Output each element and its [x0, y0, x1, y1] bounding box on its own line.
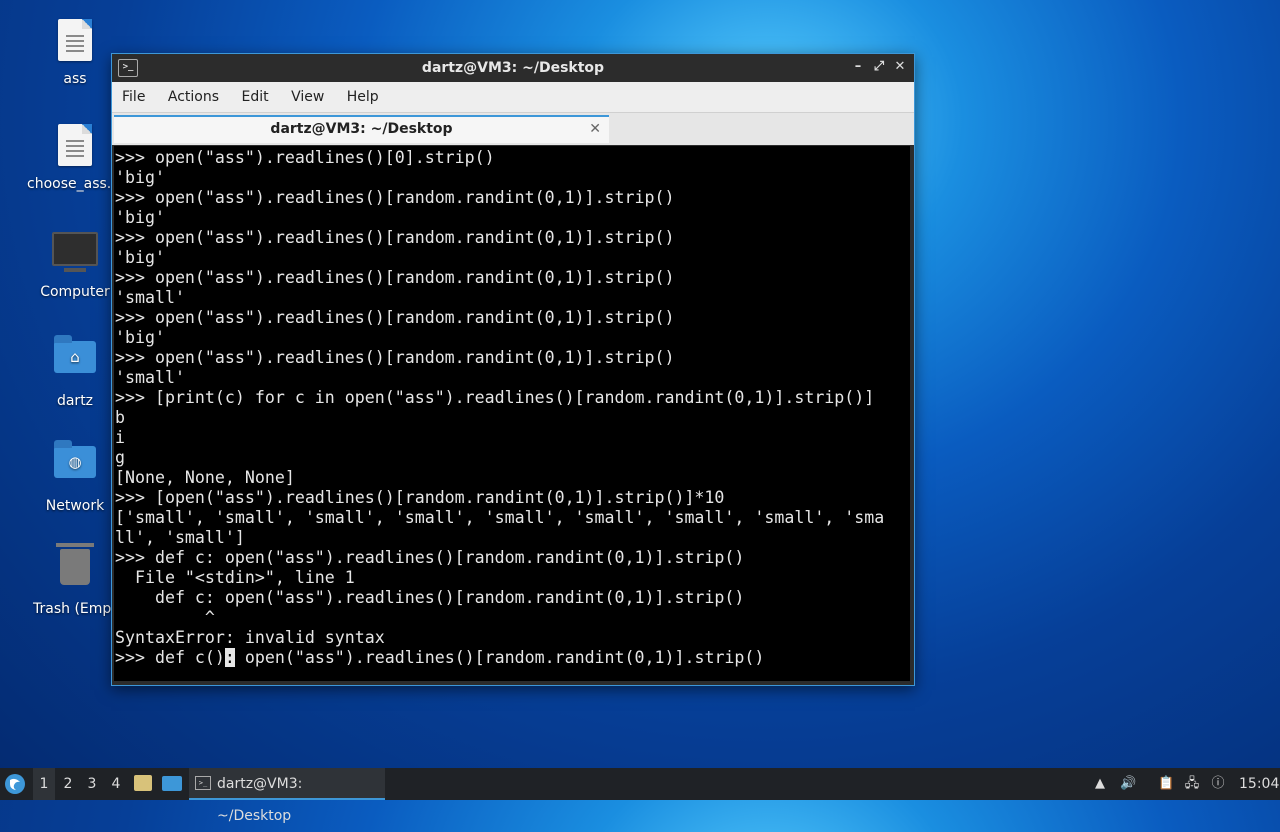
window-titlebar[interactable]: >_ dartz@VM3: ~/Desktop – ⤢ ✕	[112, 54, 914, 82]
terminal-line: >>> open("ass").readlines()[0].strip()	[115, 148, 495, 167]
menu-help[interactable]: Help	[337, 82, 387, 105]
workspace-3[interactable]: 3	[81, 768, 103, 800]
terminal-window: >_ dartz@VM3: ~/Desktop – ⤢ ✕ File Actio…	[111, 53, 915, 686]
terminal-line: [None, None, None]	[115, 468, 295, 487]
terminal-current-input: >>> def c()	[115, 648, 225, 667]
home-folder-icon: ⌂	[51, 335, 99, 389]
terminal-line: ^	[115, 608, 215, 627]
menu-view[interactable]: View	[281, 82, 332, 105]
app-menu-icon	[5, 774, 25, 794]
terminal-line: File "<stdin>", line 1	[115, 568, 355, 587]
show-desktop-icon[interactable]	[162, 768, 184, 800]
desktop-icon-label: choose_ass.py	[27, 176, 123, 192]
terminal-line: 'big'	[115, 328, 165, 347]
terminal-line: >>> [open("ass").readlines()[random.rand…	[115, 488, 725, 507]
menu-file[interactable]: File	[112, 82, 153, 105]
network-tray-icon[interactable]: 🖧	[1184, 776, 1200, 792]
terminal-current-input-suffix: open("ass").readlines()[random.randint(0…	[234, 648, 765, 667]
terminal-line: 'small'	[115, 288, 185, 307]
terminal-line: >>> open("ass").readlines()[random.randi…	[115, 228, 675, 247]
tab-close-icon[interactable]: ✕	[589, 117, 601, 141]
window-title: dartz@VM3: ~/Desktop	[421, 60, 605, 76]
maximize-button[interactable]: ⤢	[871, 59, 887, 75]
text-file-icon	[51, 124, 99, 172]
menu-actions[interactable]: Actions	[158, 82, 227, 105]
desktop-icon-label: Trash (Empty)	[33, 601, 117, 617]
terminal-line: 'small'	[115, 368, 185, 387]
clipboard-icon[interactable]: 📋	[1158, 776, 1174, 792]
tab-label: dartz@VM3: ~/Desktop	[270, 121, 453, 137]
close-button[interactable]: ✕	[892, 59, 908, 75]
terminal-line: >>> def c: open("ass").readlines()[rando…	[115, 548, 745, 567]
terminal-line: 'big'	[115, 168, 165, 187]
computer-icon	[51, 232, 99, 280]
tray-up-arrow-icon[interactable]: ▲	[1092, 776, 1108, 792]
workspace-4[interactable]: 4	[105, 768, 127, 800]
clock[interactable]: 15:04	[1239, 768, 1279, 800]
network-folder-icon: ◍	[51, 440, 99, 494]
terminal-cursor: :	[224, 648, 235, 667]
tab-bar: dartz@VM3: ~/Desktop ✕	[112, 113, 914, 145]
volume-icon[interactable]: 🔊	[1120, 776, 1136, 792]
update-notifier-icon[interactable]: ⓘ	[1210, 776, 1226, 792]
terminal-line: >>> [print(c) for c in open("ass").readl…	[115, 388, 875, 407]
terminal-line: >>> open("ass").readlines()[random.randi…	[115, 268, 675, 287]
terminal-line: SyntaxError: invalid syntax	[115, 628, 385, 647]
terminal-line: 'big'	[115, 208, 165, 227]
app-menu-button[interactable]	[4, 768, 30, 800]
terminal-line: g	[115, 448, 125, 467]
terminal-line: >>> open("ass").readlines()[random.randi…	[115, 308, 675, 327]
minimize-button[interactable]: –	[850, 59, 866, 75]
terminal-line: ll', 'small']	[115, 528, 245, 547]
terminal-text: >>> open("ass").readlines()[0].strip() '…	[114, 146, 910, 668]
workspace-2[interactable]: 2	[57, 768, 79, 800]
menu-edit[interactable]: Edit	[231, 82, 276, 105]
terminal-line: ['small', 'small', 'small', 'small', 'sm…	[115, 508, 885, 527]
tab-terminal[interactable]: dartz@VM3: ~/Desktop ✕	[114, 115, 609, 143]
terminal-line: >>> open("ass").readlines()[random.randi…	[115, 188, 675, 207]
terminal-line: 'big'	[115, 248, 165, 267]
menu-bar: File Actions Edit View Help	[112, 82, 914, 113]
terminal-line: def c: open("ass").readlines()[random.ra…	[115, 588, 745, 607]
task-label: dartz@VM3: ~/Desktop	[217, 776, 303, 824]
workspace-1[interactable]: 1	[33, 768, 55, 800]
taskbar-task-terminal[interactable]: >_ dartz@VM3: ~/Desktop	[189, 768, 385, 824]
text-file-icon	[51, 19, 99, 67]
trash-icon	[51, 543, 99, 597]
taskbar: 1 2 3 4 >_ dartz@VM3: ~/Desktop ▲ 🔊 📋 🖧 …	[0, 768, 1280, 824]
terminal-line: i	[115, 428, 125, 447]
terminal-icon: >_	[195, 776, 211, 790]
file-manager-icon[interactable]	[134, 768, 154, 800]
terminal-line: >>> open("ass").readlines()[random.randi…	[115, 348, 675, 367]
terminal-line: b	[115, 408, 125, 427]
terminal-output[interactable]: >>> open("ass").readlines()[0].strip() '…	[114, 146, 910, 681]
